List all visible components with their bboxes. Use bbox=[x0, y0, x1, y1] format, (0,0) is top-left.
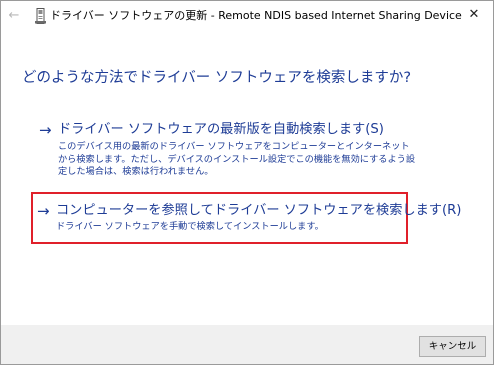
auto-search-option[interactable]: → ドライバー ソフトウェアの最新版を自動検索します(S) このデバイス用の最新… bbox=[33, 120, 415, 184]
dialog-footer: キャンセル bbox=[1, 325, 493, 364]
auto-search-description: このデバイス用の最新のドライバー ソフトウェアをコンピューターとインターネットか… bbox=[58, 141, 416, 177]
window-title: ドライバー ソフトウェアの更新 - Remote NDIS based Inte… bbox=[50, 9, 462, 22]
arrow-right-icon: → bbox=[39, 121, 52, 139]
page-heading: どのような方法でドライバー ソフトウェアを検索しますか? bbox=[22, 70, 412, 86]
auto-search-title[interactable]: ドライバー ソフトウェアの最新版を自動検索します(S) bbox=[58, 121, 384, 139]
driver-update-dialog: ← ドライバー ソフトウェアの更新 - Remote NDIS based In… bbox=[0, 0, 494, 365]
back-arrow-icon[interactable]: ← bbox=[7, 9, 21, 23]
title-bar: ← ドライバー ソフトウェアの更新 - Remote NDIS based In… bbox=[1, 1, 493, 31]
arrow-right-icon: → bbox=[37, 202, 50, 220]
device-icon bbox=[35, 8, 46, 24]
browse-computer-description: ドライバー ソフトウェアを手動で検索してインストールします。 bbox=[56, 221, 324, 232]
browse-computer-title[interactable]: コンピューターを参照してドライバー ソフトウェアを検索します(R) bbox=[56, 202, 461, 220]
close-button[interactable]: ✕ bbox=[462, 4, 486, 26]
cancel-button[interactable]: キャンセル bbox=[419, 336, 486, 357]
browse-computer-option[interactable]: → コンピューターを参照してドライバー ソフトウェアを検索します(R) ドライバ… bbox=[31, 192, 461, 244]
